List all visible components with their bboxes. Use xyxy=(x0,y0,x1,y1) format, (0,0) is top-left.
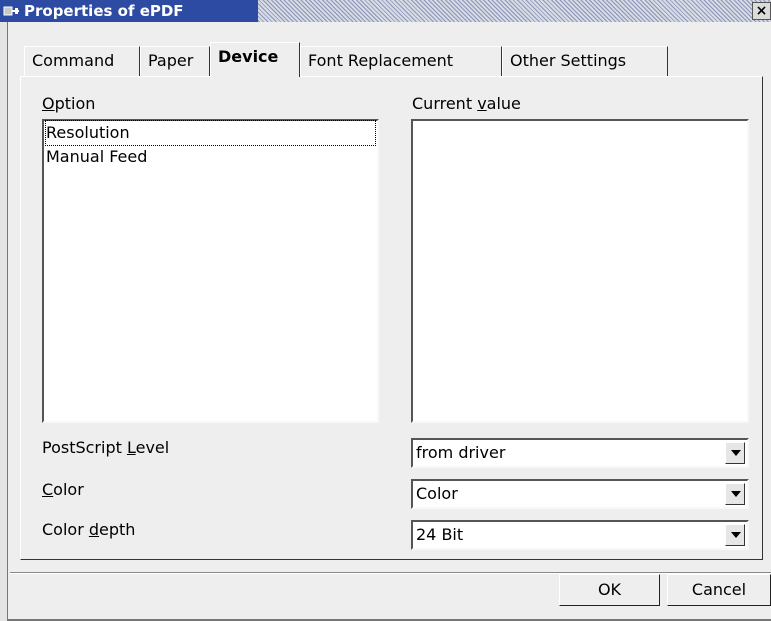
tab-device[interactable]: Device xyxy=(210,42,300,77)
list-item[interactable]: Manual Feed xyxy=(46,145,147,169)
color-value: Color xyxy=(416,484,458,503)
window-title: Properties of ePDF xyxy=(24,2,184,20)
chevron-down-icon[interactable] xyxy=(725,524,745,546)
chevron-down-icon[interactable] xyxy=(725,442,745,464)
color-depth-select[interactable]: 24 Bit xyxy=(411,520,749,550)
tab-paper-label: Paper xyxy=(148,51,194,70)
color-depth-label: Color depth xyxy=(42,520,136,539)
cancel-button[interactable]: Cancel xyxy=(667,574,771,606)
tab-command-label: Command xyxy=(32,51,115,70)
close-icon[interactable]: × xyxy=(752,2,771,20)
color-label: Color xyxy=(42,480,84,499)
color-select[interactable]: Color xyxy=(411,479,749,509)
postscript-level-value: from driver xyxy=(416,443,506,462)
tab-other-settings-label: Other Settings xyxy=(510,51,627,70)
window-menu-icon[interactable] xyxy=(3,3,20,19)
list-item[interactable]: Resolution xyxy=(45,120,376,146)
postscript-level-label: PostScript Level xyxy=(42,438,170,457)
chevron-down-icon[interactable] xyxy=(725,483,745,505)
tab-device-label: Device xyxy=(218,47,279,66)
current-value-label: Current value xyxy=(412,94,521,113)
tab-font-replacement-label: Font Replacement xyxy=(308,51,454,70)
option-list[interactable]: Resolution Manual Feed xyxy=(42,119,379,423)
current-value-list[interactable] xyxy=(411,119,749,423)
tab-other-settings[interactable]: Other Settings xyxy=(502,46,668,76)
tab-command[interactable]: Command xyxy=(24,46,140,76)
tab-paper[interactable]: Paper xyxy=(140,46,210,76)
window-frame xyxy=(0,22,8,621)
postscript-level-select[interactable]: from driver xyxy=(411,438,749,468)
ok-button[interactable]: OK xyxy=(559,574,660,606)
color-depth-value: 24 Bit xyxy=(416,525,464,544)
option-label: Option xyxy=(42,94,96,113)
tab-font-replacement[interactable]: Font Replacement xyxy=(300,46,502,76)
